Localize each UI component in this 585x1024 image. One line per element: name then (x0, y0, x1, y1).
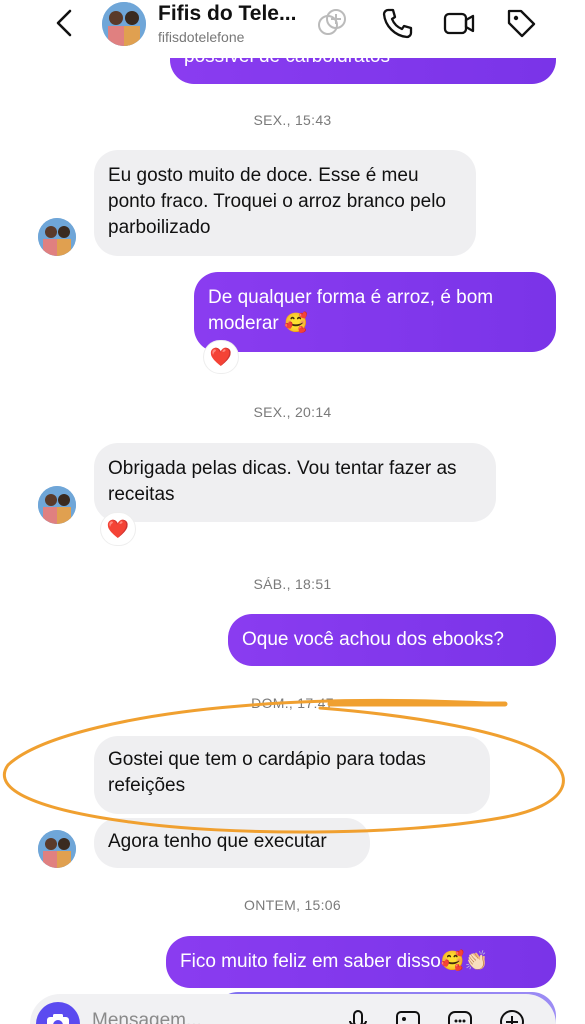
timestamp: SEX., 20:14 (253, 404, 332, 420)
phone-icon[interactable] (380, 6, 414, 40)
microphone-icon[interactable] (344, 1008, 372, 1024)
heart-reaction-icon[interactable]: ❤️ (100, 512, 136, 546)
timestamp: SEX., 15:43 (253, 112, 332, 128)
message-input[interactable]: Mensagem... (92, 1010, 202, 1024)
message-text: Gostei que tem o cardápio para todas ref… (108, 749, 426, 796)
timestamp: DOM., 17:47 (251, 695, 334, 711)
contact-username[interactable]: fifisdotelefone (158, 29, 244, 45)
message-text: De qualquer forma é arroz, é bom moderar… (208, 287, 494, 334)
contact-name[interactable]: Fifis do Tele... (158, 2, 296, 26)
heart-reaction-icon[interactable]: ❤️ (203, 340, 239, 374)
gallery-icon[interactable] (394, 1008, 422, 1024)
message-incoming[interactable]: Obrigada pelas dicas. Vou tentar fazer a… (94, 443, 496, 522)
message-outgoing[interactable]: De qualquer forma é arroz, é bom moderar… (194, 272, 556, 352)
avatar[interactable] (38, 218, 76, 256)
avatar[interactable] (102, 2, 146, 46)
avatar[interactable] (38, 486, 76, 524)
back-arrow-icon[interactable] (50, 8, 80, 38)
message-outgoing[interactable]: Fico muito feliz em saber disso🥰👏🏻 (166, 936, 556, 988)
sticker-icon[interactable] (446, 1008, 474, 1024)
camera-icon (47, 1014, 69, 1024)
timestamp: ONTEM, 15:06 (244, 897, 341, 913)
message-text: Agora tenho que executar (108, 831, 327, 852)
chat-header: Fifis do Tele... fifisdotelefone (0, 0, 585, 58)
message-outgoing[interactable]: Oque você achou dos ebooks? (228, 614, 556, 666)
plus-icon[interactable] (498, 1008, 526, 1024)
message-incoming[interactable]: Gostei que tem o cardápio para todas ref… (94, 736, 490, 814)
message-incoming[interactable]: Eu gosto muito de doce. Esse é meu ponto… (94, 150, 476, 256)
add-people-icon[interactable] (314, 6, 348, 40)
camera-button[interactable] (36, 1002, 80, 1024)
tag-icon[interactable] (504, 6, 538, 40)
avatar[interactable] (38, 830, 76, 868)
message-text: Obrigada pelas dicas. Vou tentar fazer a… (108, 458, 457, 505)
timestamp: SÁB., 18:51 (253, 576, 332, 592)
message-text: Eu gosto muito de doce. Esse é meu ponto… (108, 165, 446, 238)
message-text: Oque você achou dos ebooks? (242, 629, 504, 650)
message-incoming[interactable]: Agora tenho que executar (94, 818, 370, 868)
message-text: Fico muito feliz em saber disso🥰👏🏻 (180, 951, 489, 972)
video-call-icon[interactable] (442, 6, 476, 40)
